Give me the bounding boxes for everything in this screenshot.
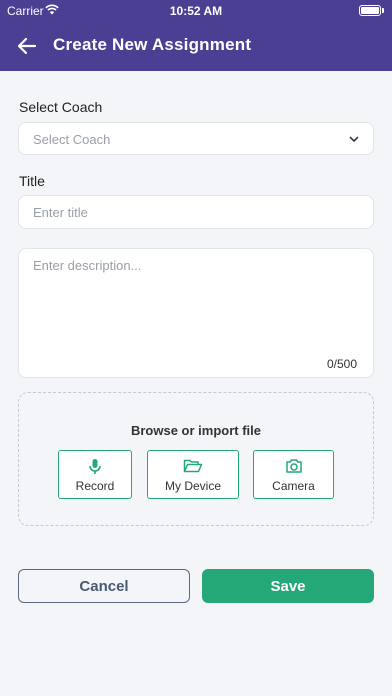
my-device-button[interactable]: My Device	[147, 450, 239, 499]
camera-label: Camera	[272, 479, 315, 493]
save-button[interactable]: Save	[202, 569, 374, 603]
page-title: Create New Assignment	[53, 35, 252, 54]
battery-icon	[359, 5, 381, 16]
microphone-icon	[89, 459, 101, 474]
cancel-button[interactable]: Cancel	[18, 569, 190, 603]
file-upload-area: Browse or import file Record My Device C…	[18, 392, 374, 526]
coach-select[interactable]: Select Coach	[18, 122, 374, 155]
title-input[interactable]: Enter title	[18, 195, 374, 229]
app-header: Carrier 10:52 AM Create New Assignment	[0, 0, 392, 71]
title-placeholder: Enter title	[33, 205, 88, 220]
camera-icon	[285, 459, 302, 473]
arrow-left-icon[interactable]	[15, 34, 39, 58]
character-counter: 0/500	[326, 357, 357, 371]
title-label: Title	[19, 173, 45, 189]
status-bar: Carrier 10:52 AM	[0, 0, 392, 20]
record-button[interactable]: Record	[58, 450, 132, 499]
camera-button[interactable]: Camera	[253, 450, 334, 499]
coach-label: Select Coach	[19, 99, 103, 115]
chevron-down-icon	[349, 136, 359, 142]
upload-title: Browse or import file	[130, 423, 262, 438]
folder-open-icon	[183, 459, 203, 473]
description-textarea[interactable]: Enter description... 0/500	[18, 248, 374, 378]
battery-cap	[382, 8, 384, 13]
coach-placeholder: Select Coach	[33, 132, 111, 147]
record-label: Record	[75, 479, 115, 493]
description-placeholder: Enter description...	[33, 258, 142, 273]
my-device-label: My Device	[164, 479, 221, 493]
status-time: 10:52 AM	[169, 4, 223, 18]
